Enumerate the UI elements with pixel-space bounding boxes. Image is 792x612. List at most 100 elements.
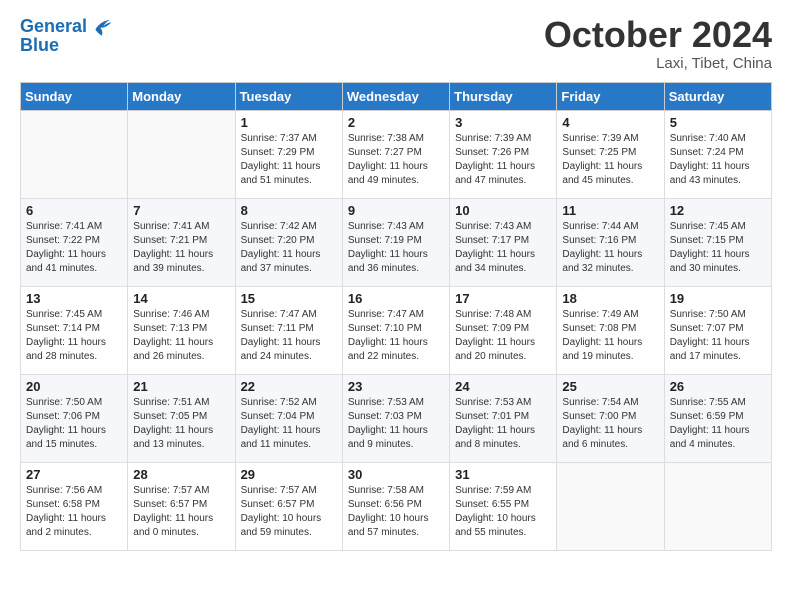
day-number: 28 [133,467,229,482]
day-number: 13 [26,291,122,306]
day-info: Sunrise: 7:47 AMSunset: 7:10 PMDaylight:… [348,308,444,364]
day-info: Sunrise: 7:55 AMSunset: 6:59 PMDaylight:… [670,396,766,452]
day-info: Sunrise: 7:57 AMSunset: 6:57 PMDaylight:… [241,484,337,540]
day-number: 20 [26,379,122,394]
calendar-cell: 1 Sunrise: 7:37 AMSunset: 7:29 PMDaylight… [235,110,342,198]
day-number: 19 [670,291,766,306]
day-info: Sunrise: 7:46 AMSunset: 7:13 PMDaylight:… [133,308,229,364]
day-info: Sunrise: 7:38 AMSunset: 7:27 PMDaylight:… [348,132,444,188]
day-number: 7 [133,203,229,218]
day-info: Sunrise: 7:37 AMSunset: 7:29 PMDaylight:… [241,132,337,188]
header-row: General Blue October 2024 Laxi, Tibet, C… [20,15,772,72]
day-info: Sunrise: 7:39 AMSunset: 7:26 PMDaylight:… [455,132,551,188]
calendar-container: General Blue October 2024 Laxi, Tibet, C… [0,0,792,561]
calendar-cell: 25Sunrise: 7:54 AMSunset: 7:00 PMDayligh… [557,374,664,462]
day-number: 12 [670,203,766,218]
calendar-cell [664,462,771,550]
day-number: 24 [455,379,551,394]
day-number: 18 [562,291,658,306]
header-wednesday: Wednesday [342,82,449,110]
calendar-cell: 31 Sunrise: 7:59 AMSunset: 6:55 PMDayligh… [450,462,557,550]
day-info: Sunrise: 7:44 AMSunset: 7:16 PMDaylight:… [562,220,658,276]
header-monday: Monday [128,82,235,110]
calendar-cell [128,110,235,198]
calendar-cell: 21Sunrise: 7:51 AMSunset: 7:05 PMDayligh… [128,374,235,462]
day-number: 21 [133,379,229,394]
day-info: Sunrise: 7:57 AMSunset: 6:57 PMDaylight:… [133,484,229,540]
month-title: October 2024 [544,15,772,55]
calendar-cell: 5 Sunrise: 7:40 AMSunset: 7:24 PMDaylight… [664,110,771,198]
calendar-cell: 16Sunrise: 7:47 AMSunset: 7:10 PMDayligh… [342,286,449,374]
day-number: 31 [455,467,551,482]
calendar-week-4: 20 Sunrise: 7:50 AMSunset: 7:06 PMDayligh… [21,374,772,462]
calendar-cell: 10 Sunrise: 7:43 AMSunset: 7:17 PMDayligh… [450,198,557,286]
day-info: Sunrise: 7:48 AMSunset: 7:09 PMDaylight:… [455,308,551,364]
calendar-cell: 7Sunrise: 7:41 AMSunset: 7:21 PMDaylight… [128,198,235,286]
day-number: 8 [241,203,337,218]
day-info: Sunrise: 7:40 AMSunset: 7:24 PMDaylight:… [670,132,766,188]
calendar-cell: 27 Sunrise: 7:56 AMSunset: 6:58 PMDayligh… [21,462,128,550]
day-info: Sunrise: 7:52 AMSunset: 7:04 PMDaylight:… [241,396,337,452]
day-info: Sunrise: 7:53 AMSunset: 7:03 PMDaylight:… [348,396,444,452]
calendar-cell: 17 Sunrise: 7:48 AMSunset: 7:09 PMDayligh… [450,286,557,374]
day-info: Sunrise: 7:53 AMSunset: 7:01 PMDaylight:… [455,396,551,452]
logo-bird-icon [89,15,113,39]
calendar-header-row: SundayMondayTuesdayWednesdayThursdayFrid… [21,82,772,110]
day-info: Sunrise: 7:43 AMSunset: 7:17 PMDaylight:… [455,220,551,276]
logo-text: General [20,17,87,37]
day-number: 2 [348,115,444,130]
location-subtitle: Laxi, Tibet, China [544,55,772,72]
logo: General Blue [20,15,113,56]
calendar-cell: 6 Sunrise: 7:41 AMSunset: 7:22 PMDaylight… [21,198,128,286]
day-number: 17 [455,291,551,306]
day-info: Sunrise: 7:56 AMSunset: 6:58 PMDaylight:… [26,484,122,540]
day-info: Sunrise: 7:43 AMSunset: 7:19 PMDaylight:… [348,220,444,276]
header-saturday: Saturday [664,82,771,110]
day-info: Sunrise: 7:39 AMSunset: 7:25 PMDaylight:… [562,132,658,188]
calendar-cell: 4Sunrise: 7:39 AMSunset: 7:25 PMDaylight… [557,110,664,198]
day-number: 9 [348,203,444,218]
day-info: Sunrise: 7:45 AMSunset: 7:15 PMDaylight:… [670,220,766,276]
day-number: 27 [26,467,122,482]
day-info: Sunrise: 7:50 AMSunset: 7:06 PMDaylight:… [26,396,122,452]
day-number: 29 [241,467,337,482]
day-info: Sunrise: 7:50 AMSunset: 7:07 PMDaylight:… [670,308,766,364]
calendar-week-1: 1 Sunrise: 7:37 AMSunset: 7:29 PMDaylight… [21,110,772,198]
day-number: 5 [670,115,766,130]
header-sunday: Sunday [21,82,128,110]
calendar-cell: 15 Sunrise: 7:47 AMSunset: 7:11 PMDayligh… [235,286,342,374]
day-number: 15 [241,291,337,306]
day-number: 23 [348,379,444,394]
day-info: Sunrise: 7:49 AMSunset: 7:08 PMDaylight:… [562,308,658,364]
header-thursday: Thursday [450,82,557,110]
calendar-cell: 11 Sunrise: 7:44 AMSunset: 7:16 PMDayligh… [557,198,664,286]
calendar-cell: 22 Sunrise: 7:52 AMSunset: 7:04 PMDayligh… [235,374,342,462]
calendar-cell: 9 Sunrise: 7:43 AMSunset: 7:19 PMDaylight… [342,198,449,286]
day-info: Sunrise: 7:47 AMSunset: 7:11 PMDaylight:… [241,308,337,364]
day-number: 11 [562,203,658,218]
day-number: 26 [670,379,766,394]
calendar-cell: 18 Sunrise: 7:49 AMSunset: 7:08 PMDayligh… [557,286,664,374]
day-number: 10 [455,203,551,218]
day-number: 30 [348,467,444,482]
day-info: Sunrise: 7:54 AMSunset: 7:00 PMDaylight:… [562,396,658,452]
day-number: 3 [455,115,551,130]
day-info: Sunrise: 7:59 AMSunset: 6:55 PMDaylight:… [455,484,551,540]
calendar-cell: 30Sunrise: 7:58 AMSunset: 6:56 PMDayligh… [342,462,449,550]
calendar-week-5: 27 Sunrise: 7:56 AMSunset: 6:58 PMDayligh… [21,462,772,550]
calendar-cell: 3 Sunrise: 7:39 AMSunset: 7:26 PMDaylight… [450,110,557,198]
calendar-cell [21,110,128,198]
day-number: 14 [133,291,229,306]
day-number: 22 [241,379,337,394]
calendar-cell: 26 Sunrise: 7:55 AMSunset: 6:59 PMDayligh… [664,374,771,462]
header-tuesday: Tuesday [235,82,342,110]
calendar-cell: 29 Sunrise: 7:57 AMSunset: 6:57 PMDayligh… [235,462,342,550]
day-number: 6 [26,203,122,218]
calendar-cell: 28 Sunrise: 7:57 AMSunset: 6:57 PMDayligh… [128,462,235,550]
day-info: Sunrise: 7:41 AMSunset: 7:22 PMDaylight:… [26,220,122,276]
calendar-table: SundayMondayTuesdayWednesdayThursdayFrid… [20,82,772,551]
day-number: 1 [241,115,337,130]
calendar-cell: 20 Sunrise: 7:50 AMSunset: 7:06 PMDayligh… [21,374,128,462]
calendar-week-3: 13Sunrise: 7:45 AMSunset: 7:14 PMDayligh… [21,286,772,374]
day-info: Sunrise: 7:42 AMSunset: 7:20 PMDaylight:… [241,220,337,276]
